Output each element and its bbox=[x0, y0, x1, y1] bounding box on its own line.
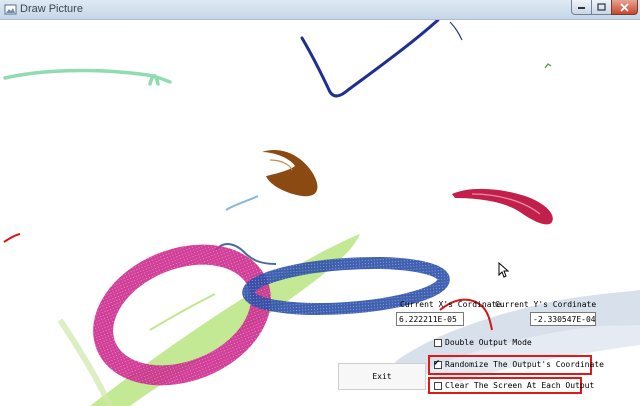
attractor-crimson-swoosh bbox=[452, 188, 553, 225]
double-output-checkbox[interactable] bbox=[434, 338, 442, 347]
x-coordinate-field[interactable]: 6.222211E-05 bbox=[396, 312, 464, 326]
double-output-label: Double Output Mode bbox=[445, 338, 532, 347]
y-coordinate-label: Current Y's Cordinate bbox=[495, 300, 597, 309]
attractor-green-tick bbox=[544, 63, 552, 69]
mouse-pointer-icon bbox=[498, 262, 510, 278]
window-title: Draw Picture bbox=[20, 3, 83, 15]
randomize-option[interactable]: Randomize The Output's Coordinate bbox=[434, 358, 604, 369]
close-icon bbox=[620, 2, 629, 12]
picture-window-icon bbox=[4, 4, 17, 15]
drawing-canvas bbox=[3, 20, 640, 406]
title-bar[interactable]: Draw Picture bbox=[0, 0, 640, 20]
attractor-green-top-left bbox=[3, 68, 172, 86]
maximize-button[interactable] bbox=[591, 0, 612, 15]
exit-button[interactable]: Exit bbox=[338, 363, 426, 390]
attractor-blue-curl bbox=[300, 20, 440, 98]
y-coordinate-field[interactable]: -2.330547E-04 bbox=[530, 312, 596, 326]
minimize-icon bbox=[578, 7, 585, 9]
double-output-option[interactable]: Double Output Mode bbox=[434, 338, 532, 347]
minimize-button[interactable] bbox=[571, 0, 592, 15]
randomize-label: Randomize The Output's Coordinate bbox=[445, 360, 604, 369]
attractor-brown-hook bbox=[262, 150, 318, 197]
attractor-lightblue-arc bbox=[225, 195, 259, 211]
clear-screen-option[interactable]: Clear The Screen At Each Output bbox=[434, 381, 594, 390]
draw-picture-window: Draw Picture Current X's Cordinate 6.222… bbox=[0, 0, 640, 406]
clear-screen-label: Clear The Screen At Each Output bbox=[445, 381, 595, 390]
close-button[interactable] bbox=[611, 0, 638, 15]
clear-screen-checkbox[interactable] bbox=[434, 381, 442, 390]
attractor-red-arc-left bbox=[3, 233, 21, 243]
randomize-checkbox[interactable] bbox=[434, 358, 442, 369]
x-coordinate-label: Current X's Cordinate bbox=[400, 300, 502, 309]
maximize-icon bbox=[597, 3, 606, 11]
